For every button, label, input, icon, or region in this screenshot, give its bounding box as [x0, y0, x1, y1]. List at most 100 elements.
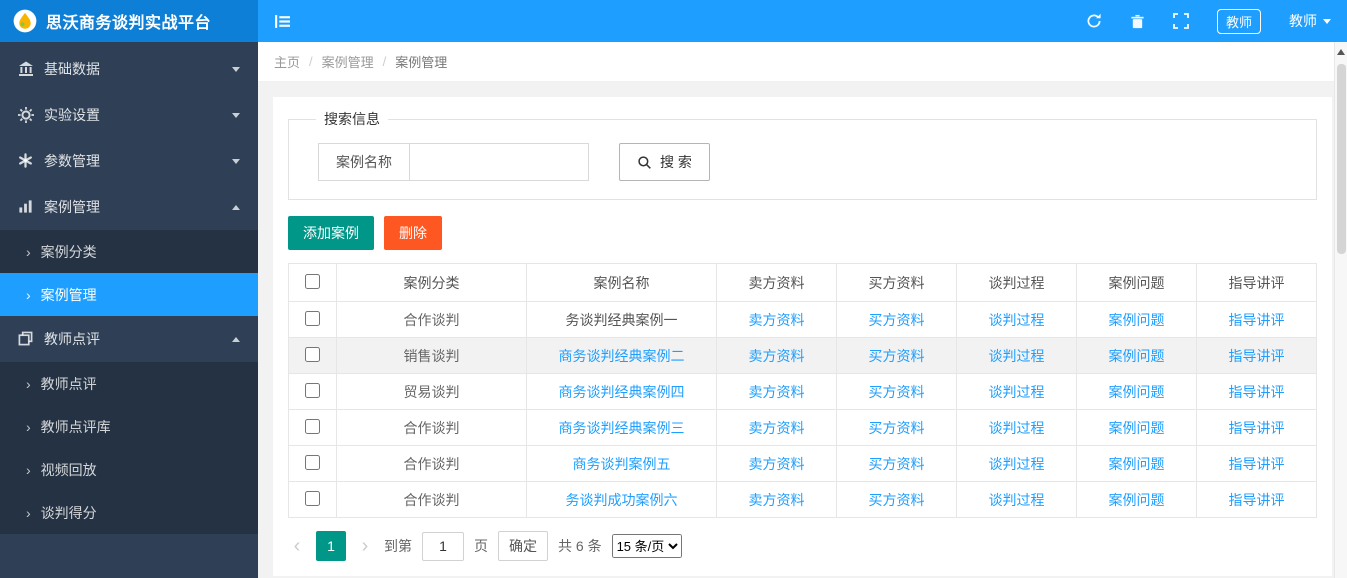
sidebar-item-experiment-settings[interactable]: 实验设置: [0, 92, 258, 138]
sidebar-subitem-label: 案例管理: [40, 286, 97, 303]
seller-info-link[interactable]: 卖方资料: [749, 348, 805, 364]
case-question-link[interactable]: 案例问题: [1109, 348, 1165, 364]
case-question-link[interactable]: 案例问题: [1109, 420, 1165, 436]
sidebar-item-label: 实验设置: [44, 107, 100, 123]
buyer-info-link[interactable]: 买方资料: [869, 348, 925, 364]
case-name-link[interactable]: 商务谈判经典案例三: [559, 420, 685, 436]
delete-button[interactable]: 删除: [384, 216, 442, 250]
case-action-cell: 指导讲评: [1196, 337, 1317, 374]
buyer-info-link[interactable]: 买方资料: [869, 456, 925, 472]
search-panel-title: 搜索信息: [324, 111, 380, 127]
case-name-input[interactable]: [409, 143, 589, 181]
sidebar-subitem-video-playback[interactable]: › 视频回放: [0, 448, 258, 491]
case-name-link[interactable]: 商务谈判经典案例二: [559, 348, 685, 364]
next-page-button[interactable]: ›: [356, 536, 374, 556]
seller-info-link[interactable]: 卖方资料: [749, 492, 805, 508]
seller-info-link[interactable]: 卖方资料: [749, 420, 805, 436]
case-question-link[interactable]: 案例问题: [1109, 492, 1165, 508]
case-action-cell: 谈判过程: [956, 301, 1077, 338]
case-name-text: 务谈判经典案例一: [565, 311, 678, 328]
app-logo: 思沃商务谈判实战平台: [0, 0, 258, 42]
case-name-label: 案例名称: [318, 143, 410, 181]
add-case-button[interactable]: 添加案例: [288, 216, 374, 250]
buyer-info-link[interactable]: 买方资料: [869, 384, 925, 400]
confirm-page-button[interactable]: 确定: [498, 531, 548, 561]
fullscreen-icon[interactable]: [1173, 13, 1189, 29]
case-question-link[interactable]: 案例问题: [1109, 456, 1165, 472]
table-row: 合作谈判 务谈判经典案例一 卖方资料 买方资料 谈判过程 案例问题 指导讲评: [288, 301, 1317, 338]
select-all-checkbox[interactable]: [305, 273, 320, 289]
prev-page-button[interactable]: ‹: [288, 536, 306, 556]
case-question-link[interactable]: 案例问题: [1109, 384, 1165, 400]
guidance-review-link[interactable]: 指导讲评: [1229, 420, 1285, 436]
scroll-up-arrow[interactable]: [1337, 49, 1345, 55]
search-button[interactable]: 搜 索: [619, 143, 710, 181]
case-name-link[interactable]: 务谈判成功案例六: [566, 492, 678, 508]
scrollbar-thumb[interactable]: [1336, 64, 1346, 254]
sidebar-subitem-negotiation-score[interactable]: › 谈判得分: [0, 491, 258, 534]
seller-info-link[interactable]: 卖方资料: [749, 456, 805, 472]
row-checkbox[interactable]: [305, 454, 320, 470]
content-area: 搜索信息 案例名称 搜 索 添加案例 删除 案例分类 案例名称 卖方资料 买方资…: [258, 82, 1347, 578]
table-header-row: 案例分类 案例名称 卖方资料 买方资料 谈判过程 案例问题 指导讲评: [288, 263, 1317, 302]
role-badge[interactable]: 教师: [1216, 8, 1261, 34]
row-checkbox[interactable]: [305, 310, 320, 326]
user-menu[interactable]: 教师: [1289, 11, 1331, 31]
case-name-link[interactable]: 商务谈判案例五: [573, 456, 671, 472]
page-size-select[interactable]: 15 条/页: [611, 534, 682, 558]
buyer-info-link[interactable]: 买方资料: [869, 492, 925, 508]
case-question-link[interactable]: 案例问题: [1109, 312, 1165, 328]
case-action-cell: 卖方资料: [716, 337, 837, 374]
breadcrumb-case-management[interactable]: 案例管理: [322, 52, 374, 71]
seller-info-link[interactable]: 卖方资料: [749, 384, 805, 400]
row-checkbox[interactable]: [305, 490, 320, 506]
menu-toggle-icon[interactable]: [274, 13, 291, 30]
row-checkbox[interactable]: [305, 418, 320, 434]
negotiation-process-link[interactable]: 谈判过程: [989, 456, 1045, 472]
sidebar-item-case-management[interactable]: 案例管理: [0, 184, 258, 230]
column-header-category: 案例分类: [336, 263, 527, 302]
sidebar-subitem-case-management[interactable]: › 案例管理: [0, 273, 258, 316]
guidance-review-link[interactable]: 指导讲评: [1229, 312, 1285, 328]
case-name-link[interactable]: 商务谈判经典案例四: [559, 384, 685, 400]
negotiation-process-link[interactable]: 谈判过程: [989, 348, 1045, 364]
total-count-label: 共 6 条: [558, 538, 602, 554]
search-button-label: 搜 索: [660, 154, 692, 170]
trash-icon[interactable]: [1130, 14, 1145, 29]
search-panel: 搜索信息 案例名称 搜 索: [288, 109, 1317, 200]
asterisk-icon: [18, 153, 34, 169]
sidebar-subitem-teacher-review[interactable]: › 教师点评: [0, 362, 258, 405]
row-checkbox[interactable]: [305, 346, 320, 362]
seller-info-link[interactable]: 卖方资料: [749, 312, 805, 328]
negotiation-process-link[interactable]: 谈判过程: [989, 420, 1045, 436]
gears-icon: [18, 107, 34, 123]
sidebar-subitem-case-category[interactable]: › 案例分类: [0, 230, 258, 273]
row-checkbox[interactable]: [305, 382, 320, 398]
buyer-info-link[interactable]: 买方资料: [869, 312, 925, 328]
sidebar-item-parameter-management[interactable]: 参数管理: [0, 138, 258, 184]
clone-icon: [18, 331, 34, 347]
goto-page-input[interactable]: [422, 531, 464, 561]
guidance-review-link[interactable]: 指导讲评: [1229, 348, 1285, 364]
scrollbar[interactable]: [1334, 42, 1347, 578]
guidance-review-link[interactable]: 指导讲评: [1229, 492, 1285, 508]
sidebar-item-basic-data[interactable]: 基础数据: [0, 46, 258, 92]
negotiation-process-link[interactable]: 谈判过程: [989, 492, 1045, 508]
search-icon: [637, 155, 652, 170]
guidance-review-link[interactable]: 指导讲评: [1229, 384, 1285, 400]
breadcrumb-home[interactable]: 主页: [274, 52, 300, 71]
column-header-process: 谈判过程: [956, 263, 1077, 302]
negotiation-process-link[interactable]: 谈判过程: [989, 384, 1045, 400]
case-action-cell: 卖方资料: [716, 481, 837, 518]
refresh-icon[interactable]: [1086, 13, 1102, 29]
column-header-question: 案例问题: [1076, 263, 1197, 302]
buyer-info-link[interactable]: 买方资料: [869, 420, 925, 436]
breadcrumb: 主页 / 案例管理 / 案例管理: [258, 42, 1347, 82]
page-1-button[interactable]: 1: [316, 531, 346, 561]
guidance-review-link[interactable]: 指导讲评: [1229, 456, 1285, 472]
case-action-cell: 案例问题: [1076, 337, 1197, 374]
sidebar-subitem-teacher-review-library[interactable]: › 教师点评库: [0, 405, 258, 448]
negotiation-process-link[interactable]: 谈判过程: [989, 312, 1045, 328]
case-name-cell: 商务谈判经典案例三: [526, 409, 717, 446]
sidebar-item-teacher-review[interactable]: 教师点评: [0, 316, 258, 362]
